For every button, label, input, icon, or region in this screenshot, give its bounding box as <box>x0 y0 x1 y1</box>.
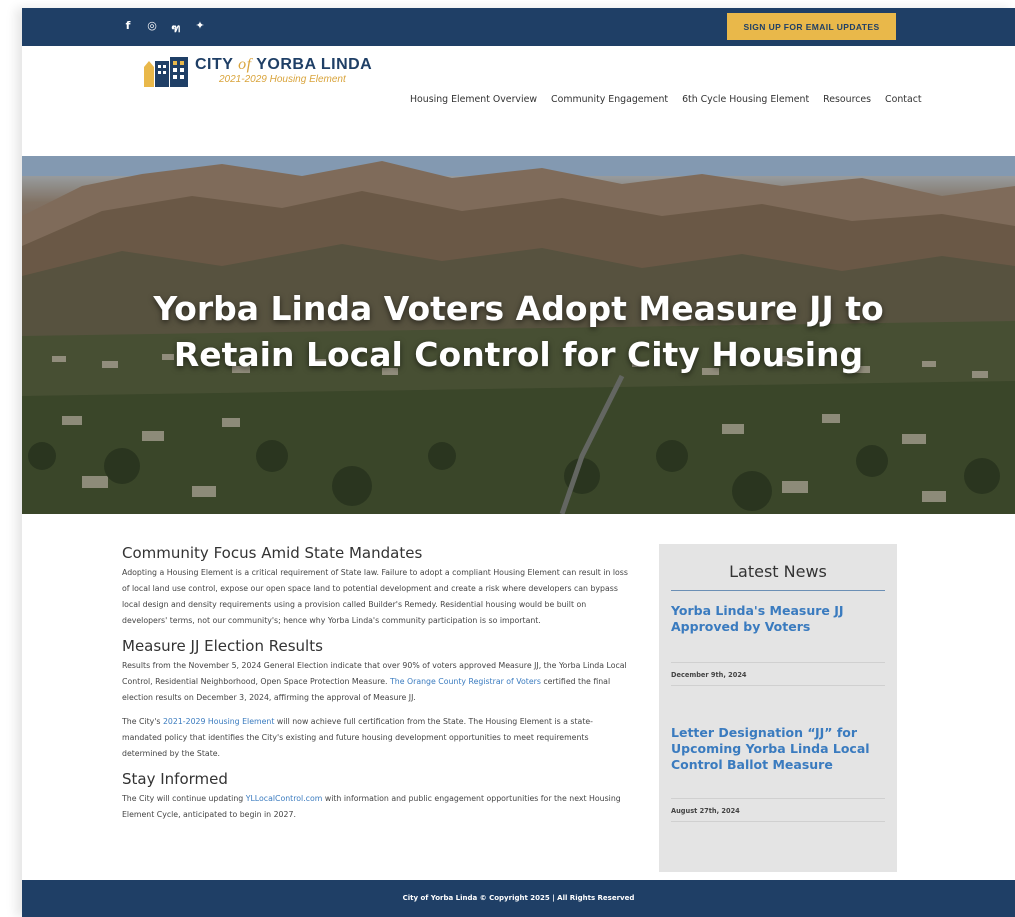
nextdoor-icon[interactable]: ฑ <box>170 19 182 37</box>
stay-informed-text-a: The City will continue updating <box>122 794 244 803</box>
hero-title: Yorba Linda Voters Adopt Measure JJ to R… <box>22 286 1015 378</box>
city-logo-icon <box>144 57 188 87</box>
news-item-divider <box>671 662 885 663</box>
news-item-date: December 9th, 2024 <box>671 671 747 679</box>
top-bar: f ◎ ฑ ✦ SIGN UP FOR EMAIL UPDATES <box>22 8 1015 46</box>
hero-title-line1: Yorba Linda Voters Adopt Measure JJ to <box>153 289 884 328</box>
news-item-date: August 27th, 2024 <box>671 807 740 815</box>
main-nav: Housing Element Overview Community Engag… <box>410 94 936 105</box>
section-heading-measure-jj: Measure JJ Election Results <box>122 637 323 655</box>
hero-title-line2: Retain Local Control for City Housing <box>173 335 864 374</box>
site-footer: City of Yorba Linda © Copyright 2025 | A… <box>22 880 1015 917</box>
section-heading-stay-informed: Stay Informed <box>122 770 228 788</box>
logo-subtitle: 2021-2029 Housing Element <box>219 73 346 85</box>
section-body-measure-jj: Results from the November 5, 2024 Genera… <box>122 658 632 706</box>
nav-resources[interactable]: Resources <box>823 94 871 105</box>
news-item-divider <box>671 821 885 822</box>
latest-news-sidebar: Latest News Yorba Linda's Measure JJ App… <box>659 544 897 872</box>
logo-title: CITY of YORBA LINDA <box>195 56 372 74</box>
section-body-certification: The City's 2021-2029 Housing Element wil… <box>122 714 632 762</box>
news-item-divider <box>671 685 885 686</box>
certification-text-a: The City's <box>122 717 161 726</box>
nav-6th-cycle-housing-element[interactable]: 6th Cycle Housing Element <box>682 94 809 105</box>
latest-news-title: Latest News <box>729 562 827 581</box>
signup-email-button[interactable]: SIGN UP FOR EMAIL UPDATES <box>727 13 896 40</box>
news-item-title[interactable]: Yorba Linda's Measure JJ Approved by Vot… <box>671 603 885 635</box>
news-item-divider <box>671 798 885 799</box>
instagram-icon[interactable]: ◎ <box>146 19 158 37</box>
facebook-icon[interactable]: f <box>122 19 134 37</box>
nav-housing-element-overview[interactable]: Housing Element Overview <box>410 94 537 105</box>
twitter-icon[interactable]: ✦ <box>194 19 206 37</box>
nav-contact[interactable]: Contact <box>885 94 921 105</box>
logo-city-name: YORBA LINDA <box>256 55 373 73</box>
section-body-community-focus: Adopting a Housing Element is a critical… <box>122 568 628 625</box>
social-links: f ◎ ฑ ✦ <box>122 19 206 37</box>
registrar-of-voters-link[interactable]: The Orange County Registrar of Voters <box>390 677 541 686</box>
main-content: Community Focus Amid State Mandates Adop… <box>122 544 632 831</box>
news-item-title[interactable]: Letter Designation “JJ” for Upcoming Yor… <box>671 725 885 773</box>
logo-city-word: CITY <box>195 55 234 73</box>
section-heading-community-focus: Community Focus Amid State Mandates <box>122 544 423 562</box>
site-logo[interactable]: CITY of YORBA LINDA 2021-2029 Housing El… <box>144 53 372 87</box>
yllocalcontrol-link[interactable]: YLLocalControl.com <box>246 794 323 803</box>
hero-banner: Yorba Linda Voters Adopt Measure JJ to R… <box>22 156 1015 514</box>
latest-news-divider <box>671 590 885 591</box>
housing-element-link[interactable]: 2021-2029 Housing Element <box>163 717 274 726</box>
section-body-stay-informed: The City will continue updating YLLocalC… <box>122 791 632 823</box>
logo-of-word: of <box>238 55 252 73</box>
page-frame: f ◎ ฑ ✦ SIGN UP FOR EMAIL UPDATES CITY o… <box>22 8 1015 917</box>
nav-community-engagement[interactable]: Community Engagement <box>551 94 668 105</box>
copyright-text: City of Yorba Linda © Copyright 2025 | A… <box>402 894 635 902</box>
